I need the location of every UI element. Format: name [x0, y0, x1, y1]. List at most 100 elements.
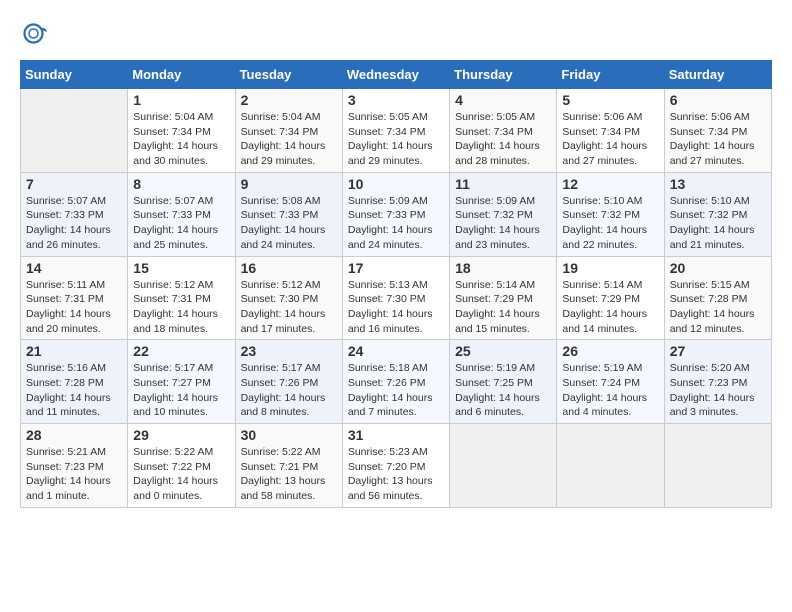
day-info: Sunrise: 5:23 AM Sunset: 7:20 PM Dayligh…	[348, 445, 444, 504]
calendar-table: SundayMondayTuesdayWednesdayThursdayFrid…	[20, 60, 772, 508]
day-number: 21	[26, 343, 122, 359]
calendar-cell: 31 Sunrise: 5:23 AM Sunset: 7:20 PM Dayl…	[342, 424, 449, 508]
day-info: Sunrise: 5:11 AM Sunset: 7:31 PM Dayligh…	[26, 278, 122, 337]
day-number: 17	[348, 260, 444, 276]
day-number: 16	[241, 260, 337, 276]
calendar-header-row: SundayMondayTuesdayWednesdayThursdayFrid…	[21, 61, 772, 89]
calendar-cell: 25 Sunrise: 5:19 AM Sunset: 7:25 PM Dayl…	[450, 340, 557, 424]
day-info: Sunrise: 5:12 AM Sunset: 7:31 PM Dayligh…	[133, 278, 229, 337]
day-number: 27	[670, 343, 766, 359]
calendar-cell	[21, 89, 128, 173]
day-number: 22	[133, 343, 229, 359]
day-number: 12	[562, 176, 658, 192]
calendar-cell: 12 Sunrise: 5:10 AM Sunset: 7:32 PM Dayl…	[557, 172, 664, 256]
day-info: Sunrise: 5:18 AM Sunset: 7:26 PM Dayligh…	[348, 361, 444, 420]
calendar-cell: 3 Sunrise: 5:05 AM Sunset: 7:34 PM Dayli…	[342, 89, 449, 173]
day-number: 11	[455, 176, 551, 192]
day-info: Sunrise: 5:06 AM Sunset: 7:34 PM Dayligh…	[670, 110, 766, 169]
day-number: 30	[241, 427, 337, 443]
calendar-cell: 20 Sunrise: 5:15 AM Sunset: 7:28 PM Dayl…	[664, 256, 771, 340]
calendar-cell: 26 Sunrise: 5:19 AM Sunset: 7:24 PM Dayl…	[557, 340, 664, 424]
day-info: Sunrise: 5:19 AM Sunset: 7:25 PM Dayligh…	[455, 361, 551, 420]
logo-icon	[20, 20, 50, 50]
calendar-cell: 28 Sunrise: 5:21 AM Sunset: 7:23 PM Dayl…	[21, 424, 128, 508]
day-header-wednesday: Wednesday	[342, 61, 449, 89]
day-number: 19	[562, 260, 658, 276]
day-number: 31	[348, 427, 444, 443]
day-header-tuesday: Tuesday	[235, 61, 342, 89]
logo	[20, 20, 54, 50]
day-info: Sunrise: 5:04 AM Sunset: 7:34 PM Dayligh…	[133, 110, 229, 169]
week-row-2: 7 Sunrise: 5:07 AM Sunset: 7:33 PM Dayli…	[21, 172, 772, 256]
day-info: Sunrise: 5:07 AM Sunset: 7:33 PM Dayligh…	[133, 194, 229, 253]
day-number: 28	[26, 427, 122, 443]
page-header	[20, 20, 772, 50]
calendar-cell: 8 Sunrise: 5:07 AM Sunset: 7:33 PM Dayli…	[128, 172, 235, 256]
day-number: 26	[562, 343, 658, 359]
calendar-cell: 23 Sunrise: 5:17 AM Sunset: 7:26 PM Dayl…	[235, 340, 342, 424]
day-info: Sunrise: 5:05 AM Sunset: 7:34 PM Dayligh…	[455, 110, 551, 169]
day-info: Sunrise: 5:08 AM Sunset: 7:33 PM Dayligh…	[241, 194, 337, 253]
day-info: Sunrise: 5:21 AM Sunset: 7:23 PM Dayligh…	[26, 445, 122, 504]
calendar-cell: 24 Sunrise: 5:18 AM Sunset: 7:26 PM Dayl…	[342, 340, 449, 424]
calendar-cell: 17 Sunrise: 5:13 AM Sunset: 7:30 PM Dayl…	[342, 256, 449, 340]
calendar-cell: 22 Sunrise: 5:17 AM Sunset: 7:27 PM Dayl…	[128, 340, 235, 424]
calendar-cell: 1 Sunrise: 5:04 AM Sunset: 7:34 PM Dayli…	[128, 89, 235, 173]
calendar-cell: 15 Sunrise: 5:12 AM Sunset: 7:31 PM Dayl…	[128, 256, 235, 340]
calendar-cell	[664, 424, 771, 508]
day-info: Sunrise: 5:07 AM Sunset: 7:33 PM Dayligh…	[26, 194, 122, 253]
day-number: 24	[348, 343, 444, 359]
day-info: Sunrise: 5:17 AM Sunset: 7:26 PM Dayligh…	[241, 361, 337, 420]
day-number: 15	[133, 260, 229, 276]
day-number: 23	[241, 343, 337, 359]
day-info: Sunrise: 5:19 AM Sunset: 7:24 PM Dayligh…	[562, 361, 658, 420]
week-row-3: 14 Sunrise: 5:11 AM Sunset: 7:31 PM Dayl…	[21, 256, 772, 340]
day-number: 6	[670, 92, 766, 108]
day-info: Sunrise: 5:04 AM Sunset: 7:34 PM Dayligh…	[241, 110, 337, 169]
calendar-body: 1 Sunrise: 5:04 AM Sunset: 7:34 PM Dayli…	[21, 89, 772, 508]
calendar-cell: 16 Sunrise: 5:12 AM Sunset: 7:30 PM Dayl…	[235, 256, 342, 340]
day-number: 20	[670, 260, 766, 276]
week-row-4: 21 Sunrise: 5:16 AM Sunset: 7:28 PM Dayl…	[21, 340, 772, 424]
day-number: 18	[455, 260, 551, 276]
day-info: Sunrise: 5:22 AM Sunset: 7:22 PM Dayligh…	[133, 445, 229, 504]
day-info: Sunrise: 5:17 AM Sunset: 7:27 PM Dayligh…	[133, 361, 229, 420]
calendar-cell: 13 Sunrise: 5:10 AM Sunset: 7:32 PM Dayl…	[664, 172, 771, 256]
calendar-cell: 11 Sunrise: 5:09 AM Sunset: 7:32 PM Dayl…	[450, 172, 557, 256]
calendar-cell: 19 Sunrise: 5:14 AM Sunset: 7:29 PM Dayl…	[557, 256, 664, 340]
day-info: Sunrise: 5:22 AM Sunset: 7:21 PM Dayligh…	[241, 445, 337, 504]
day-info: Sunrise: 5:05 AM Sunset: 7:34 PM Dayligh…	[348, 110, 444, 169]
day-info: Sunrise: 5:06 AM Sunset: 7:34 PM Dayligh…	[562, 110, 658, 169]
calendar-cell	[450, 424, 557, 508]
day-info: Sunrise: 5:09 AM Sunset: 7:32 PM Dayligh…	[455, 194, 551, 253]
day-number: 4	[455, 92, 551, 108]
day-number: 13	[670, 176, 766, 192]
calendar-cell: 9 Sunrise: 5:08 AM Sunset: 7:33 PM Dayli…	[235, 172, 342, 256]
week-row-5: 28 Sunrise: 5:21 AM Sunset: 7:23 PM Dayl…	[21, 424, 772, 508]
day-number: 9	[241, 176, 337, 192]
day-number: 25	[455, 343, 551, 359]
calendar-cell: 14 Sunrise: 5:11 AM Sunset: 7:31 PM Dayl…	[21, 256, 128, 340]
calendar-cell: 18 Sunrise: 5:14 AM Sunset: 7:29 PM Dayl…	[450, 256, 557, 340]
day-header-sunday: Sunday	[21, 61, 128, 89]
calendar-cell: 10 Sunrise: 5:09 AM Sunset: 7:33 PM Dayl…	[342, 172, 449, 256]
day-number: 29	[133, 427, 229, 443]
day-number: 8	[133, 176, 229, 192]
calendar-cell: 2 Sunrise: 5:04 AM Sunset: 7:34 PM Dayli…	[235, 89, 342, 173]
day-info: Sunrise: 5:10 AM Sunset: 7:32 PM Dayligh…	[670, 194, 766, 253]
calendar-cell: 27 Sunrise: 5:20 AM Sunset: 7:23 PM Dayl…	[664, 340, 771, 424]
day-info: Sunrise: 5:10 AM Sunset: 7:32 PM Dayligh…	[562, 194, 658, 253]
day-info: Sunrise: 5:14 AM Sunset: 7:29 PM Dayligh…	[562, 278, 658, 337]
calendar-cell: 21 Sunrise: 5:16 AM Sunset: 7:28 PM Dayl…	[21, 340, 128, 424]
day-header-friday: Friday	[557, 61, 664, 89]
day-number: 14	[26, 260, 122, 276]
day-info: Sunrise: 5:13 AM Sunset: 7:30 PM Dayligh…	[348, 278, 444, 337]
calendar-cell: 4 Sunrise: 5:05 AM Sunset: 7:34 PM Dayli…	[450, 89, 557, 173]
day-number: 2	[241, 92, 337, 108]
day-info: Sunrise: 5:09 AM Sunset: 7:33 PM Dayligh…	[348, 194, 444, 253]
day-info: Sunrise: 5:12 AM Sunset: 7:30 PM Dayligh…	[241, 278, 337, 337]
calendar-cell	[557, 424, 664, 508]
day-header-monday: Monday	[128, 61, 235, 89]
week-row-1: 1 Sunrise: 5:04 AM Sunset: 7:34 PM Dayli…	[21, 89, 772, 173]
day-number: 10	[348, 176, 444, 192]
